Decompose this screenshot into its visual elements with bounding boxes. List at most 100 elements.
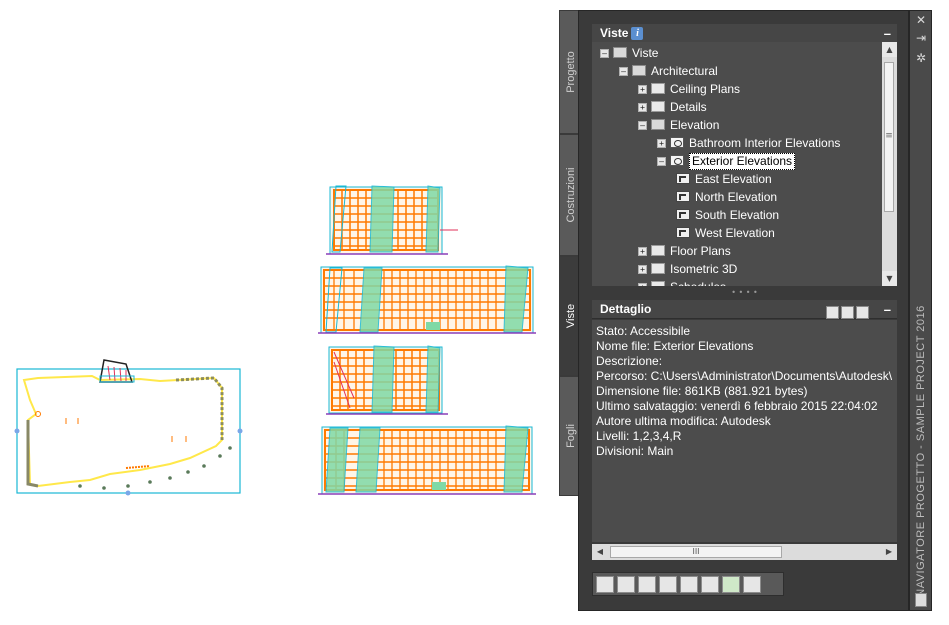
properties-icon[interactable]: ✲	[914, 51, 928, 65]
elevation-drawing-east[interactable]	[326, 185, 458, 255]
preview-icon[interactable]	[856, 306, 869, 319]
panel-splitter[interactable]: • • • •	[592, 289, 897, 297]
tree-item[interactable]: + Isometric 3D	[592, 260, 882, 278]
scroll-left-icon[interactable]: ◀	[592, 544, 608, 560]
tree-item[interactable]: West Elevation	[592, 224, 882, 242]
view-icon	[676, 191, 690, 202]
tree-item-label: West Elevation	[695, 226, 775, 240]
tree-item-label: Elevation	[670, 118, 720, 132]
scroll-grip-icon: ≡	[885, 131, 893, 141]
tree-item-label: Bathroom Interior Elevations	[689, 136, 841, 150]
tree-item-label: Isometric 3D	[670, 262, 738, 276]
folder-open-icon	[613, 47, 627, 58]
tree-item-label: Floor Plans	[670, 244, 731, 258]
expand-icon[interactable]: +	[638, 247, 647, 256]
detail-line: Stato: Accessibile	[596, 324, 691, 338]
new-view-icon[interactable]	[596, 576, 614, 593]
pointer-icon[interactable]	[680, 576, 698, 593]
tree-item[interactable]: + Ceiling Plans	[592, 80, 882, 98]
tree-item[interactable]: – Viste	[592, 44, 882, 62]
details-view-options	[826, 304, 871, 319]
tree-item[interactable]: + Schedules	[592, 278, 882, 286]
folder-icon	[651, 263, 665, 274]
tree-item[interactable]: + Floor Plans	[592, 242, 882, 260]
detail-line: Autore ultima modifica: Autodesk	[596, 414, 771, 428]
folder-open-icon	[632, 65, 646, 76]
tree-item[interactable]: North Elevation	[592, 188, 882, 206]
navigator-toolbar	[592, 572, 784, 596]
detail-line: Dimensione file: 861KB (881.921 bytes)	[596, 384, 808, 398]
tab-label: Viste	[565, 303, 577, 329]
views-panel-header[interactable]: Viste i –	[592, 24, 897, 43]
view-icon	[676, 209, 690, 220]
scroll-down-icon[interactable]: ▼	[882, 271, 897, 286]
collapse-icon[interactable]: –	[638, 121, 647, 130]
elevation-group-icon	[670, 137, 684, 148]
floor-plan-drawing[interactable]	[14, 359, 243, 496]
views-tree[interactable]: – Viste – Architectural + Ceiling Plans + Detai…	[592, 42, 882, 286]
tree-item-label: East Elevation	[695, 172, 772, 186]
collapse-icon[interactable]: –	[657, 157, 666, 166]
palette-title: NAVIGATORE PROGETTO - SAMPLE PROJECT 201…	[914, 305, 927, 597]
clipboard-icon[interactable]	[659, 576, 677, 593]
schedule-icon[interactable]	[701, 576, 719, 593]
expand-icon[interactable]: +	[638, 265, 647, 274]
elevation-drawing-west[interactable]	[318, 425, 536, 495]
folder-icon	[651, 101, 665, 112]
detail-line: Livelli: 1,2,3,4,R	[596, 429, 682, 443]
tree-item[interactable]: + Bathroom Interior Elevations	[592, 134, 882, 152]
tree-item-label: South Elevation	[695, 208, 780, 222]
drawing-canvas[interactable]	[0, 0, 560, 625]
collapse-icon[interactable]: –	[884, 24, 891, 43]
new-detail-icon[interactable]	[638, 576, 656, 593]
view-icon	[676, 227, 690, 238]
tree-item[interactable]: South Elevation	[592, 206, 882, 224]
detail-line: Descrizione:	[596, 354, 663, 368]
expand-icon[interactable]: +	[638, 283, 647, 286]
folder-icon	[651, 245, 665, 256]
elevation-drawing-north[interactable]	[318, 265, 536, 334]
list-view-icon[interactable]	[841, 306, 854, 319]
tree-item-label: Ceiling Plans	[670, 82, 741, 96]
tree-item-label: North Elevation	[695, 190, 778, 204]
history-icon[interactable]	[826, 306, 839, 319]
details-panel-title: Dettaglio	[600, 302, 652, 316]
palette-menu-icon[interactable]	[915, 593, 927, 607]
detail-line: Nome file: Exterior Elevations	[596, 339, 754, 353]
details-horizontal-scrollbar[interactable]: ◀ III ▶	[592, 544, 897, 560]
scroll-thumb[interactable]: III	[610, 546, 782, 558]
detail-line: Percorso: C:\Users\Administrator\Documen…	[596, 369, 893, 383]
collapse-icon[interactable]: –	[619, 67, 628, 76]
tree-item[interactable]: + Details	[592, 98, 882, 116]
scroll-up-icon[interactable]: ▲	[882, 42, 897, 57]
tree-item[interactable]: – Exterior Elevations	[592, 152, 882, 170]
palette-title-strip[interactable]: ✕ ⇥ ✲ NAVIGATORE PROGETTO - SAMPLE PROJE…	[909, 10, 932, 611]
folder-icon	[651, 281, 665, 286]
tree-item-label: Viste	[632, 46, 659, 60]
tree-item-label: Exterior Elevations	[689, 153, 796, 170]
tab-label: Progetto	[565, 51, 577, 93]
collapse-icon[interactable]: –	[884, 300, 891, 319]
tree-item[interactable]: – Elevation	[592, 116, 882, 134]
expand-icon[interactable]: +	[638, 103, 647, 112]
expand-icon[interactable]: +	[657, 139, 666, 148]
scroll-thumb[interactable]: ≡	[884, 62, 894, 212]
folder-open-icon	[651, 119, 665, 130]
tree-item[interactable]: – Architectural	[592, 62, 882, 80]
view-icon	[676, 173, 690, 184]
collapse-icon[interactable]: –	[600, 49, 609, 58]
tab-label: Costruzioni	[565, 167, 577, 223]
elevation-group-icon	[670, 155, 684, 166]
tree-item[interactable]: East Elevation	[592, 170, 882, 188]
expand-icon[interactable]: +	[638, 85, 647, 94]
delete-icon[interactable]	[743, 576, 761, 593]
detail-line: Ultimo salvataggio: venerdì 6 febbraio 2…	[596, 399, 878, 413]
tree-vertical-scrollbar[interactable]: ▲ ≡ ▼	[882, 42, 897, 286]
info-icon[interactable]: i	[631, 27, 644, 40]
close-icon[interactable]: ✕	[914, 13, 928, 27]
refresh-icon[interactable]	[722, 576, 740, 593]
new-section-icon[interactable]	[617, 576, 635, 593]
auto-hide-icon[interactable]: ⇥	[914, 31, 928, 45]
elevation-drawing-south[interactable]	[326, 345, 448, 415]
scroll-right-icon[interactable]: ▶	[881, 544, 897, 560]
